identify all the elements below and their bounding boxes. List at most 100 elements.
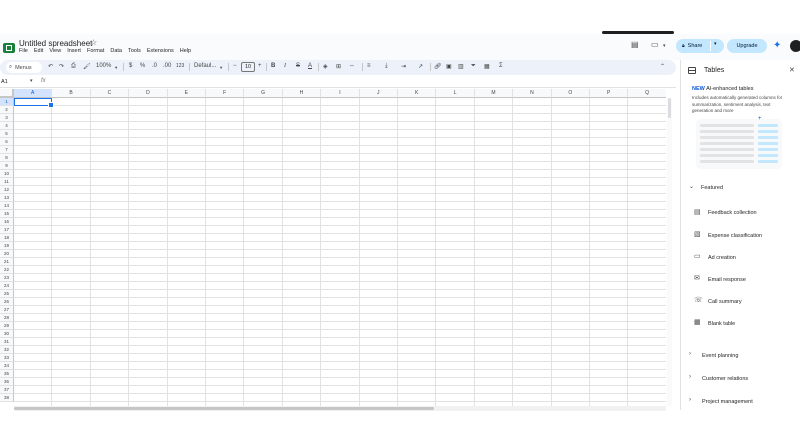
- chevron-down-icon[interactable]: ⌄: [689, 183, 694, 190]
- avatar[interactable]: [790, 40, 800, 52]
- fill-color-icon[interactable]: ◈: [323, 63, 328, 70]
- menu-file[interactable]: File: [19, 48, 28, 54]
- row-header[interactable]: 11: [0, 178, 14, 186]
- row-header[interactable]: 21: [0, 258, 14, 266]
- row-header[interactable]: 23: [0, 274, 14, 282]
- paint-format-icon[interactable]: 🖌︎: [83, 63, 91, 70]
- row-header[interactable]: 12: [0, 186, 14, 194]
- row-header[interactable]: 30: [0, 330, 14, 338]
- merge-cells-icon[interactable]: ⇔: [349, 63, 355, 69]
- decrease-decimal-button[interactable]: .0: [152, 63, 157, 69]
- template-call-summary[interactable]: Call summary: [708, 299, 742, 305]
- row-header[interactable]: 3: [0, 114, 14, 122]
- select-all-corner[interactable]: [0, 89, 14, 98]
- row-header[interactable]: 16: [0, 218, 14, 226]
- column-header[interactable]: Q: [628, 89, 666, 98]
- link-icon[interactable]: 🔗︎: [434, 63, 442, 70]
- row-header[interactable]: 7: [0, 146, 14, 154]
- template-ad-creation[interactable]: Ad creation: [708, 255, 736, 261]
- row-header[interactable]: 19: [0, 242, 14, 250]
- template-expense-classification[interactable]: Expense classification: [708, 233, 762, 239]
- row-header[interactable]: 22: [0, 266, 14, 274]
- name-box[interactable]: A1: [1, 79, 8, 85]
- row-header[interactable]: 4: [0, 122, 14, 130]
- row-header[interactable]: 26: [0, 298, 14, 306]
- share-button[interactable]: 🔒︎ Share ▾: [676, 39, 724, 53]
- row-header[interactable]: 20: [0, 250, 14, 258]
- menu-insert[interactable]: Insert: [67, 48, 81, 54]
- row-header[interactable]: 36: [0, 378, 14, 386]
- sheets-logo-icon[interactable]: [3, 43, 15, 53]
- column-header[interactable]: O: [551, 89, 590, 98]
- row-header[interactable]: 32: [0, 346, 14, 354]
- vertical-scrollbar[interactable]: [667, 98, 672, 406]
- decrease-font-size-button[interactable]: −: [233, 63, 237, 69]
- chevron-right-icon[interactable]: ›: [689, 374, 691, 380]
- number-format-button[interactable]: 123: [176, 63, 184, 69]
- borders-icon[interactable]: ⊞: [336, 63, 341, 70]
- row-header[interactable]: 5: [0, 130, 14, 138]
- menu-edit[interactable]: Edit: [34, 48, 43, 54]
- column-header[interactable]: P: [590, 89, 629, 98]
- chevron-down-icon[interactable]: ▾: [714, 41, 717, 47]
- row-header[interactable]: 24: [0, 282, 14, 290]
- row-header[interactable]: 1: [0, 98, 14, 106]
- collapse-toolbar-icon[interactable]: ⌃: [660, 63, 665, 70]
- menu-extensions[interactable]: Extensions: [147, 48, 174, 54]
- percent-button[interactable]: %: [140, 63, 145, 69]
- column-header[interactable]: D: [129, 89, 168, 98]
- row-header[interactable]: 15: [0, 210, 14, 218]
- row-header[interactable]: 10: [0, 170, 14, 178]
- column-header[interactable]: B: [52, 89, 91, 98]
- section-customer-relations[interactable]: Customer relations: [702, 376, 748, 382]
- row-header[interactable]: 13: [0, 194, 14, 202]
- undo-icon[interactable]: ↶: [48, 63, 53, 70]
- menu-help[interactable]: Help: [180, 48, 191, 54]
- row-header[interactable]: 2: [0, 106, 14, 114]
- bold-button[interactable]: B: [271, 63, 275, 69]
- template-blank-table[interactable]: Blank table: [708, 321, 735, 327]
- star-icon[interactable]: ☆: [90, 38, 97, 47]
- italic-button[interactable]: I: [284, 63, 286, 69]
- vertical-align-icon[interactable]: ⤓: [385, 63, 388, 70]
- column-header[interactable]: L: [436, 89, 475, 98]
- scroll-thumb[interactable]: [668, 98, 671, 118]
- template-email-response[interactable]: Email response: [708, 277, 746, 283]
- text-color-button[interactable]: A: [308, 63, 312, 69]
- horizontal-scrollbar[interactable]: [14, 406, 666, 411]
- column-header[interactable]: J: [359, 89, 398, 98]
- row-header[interactable]: 17: [0, 226, 14, 234]
- menu-format[interactable]: Format: [87, 48, 104, 54]
- section-event-planning[interactable]: Event planning: [702, 353, 738, 359]
- search-menus-input[interactable]: ⌕ Menus: [6, 62, 42, 73]
- chevron-right-icon[interactable]: ›: [689, 351, 691, 357]
- chevron-down-icon[interactable]: ▾: [30, 78, 33, 84]
- row-header[interactable]: 34: [0, 362, 14, 370]
- chevron-right-icon[interactable]: ›: [689, 397, 691, 403]
- row-header[interactable]: 38: [0, 394, 14, 402]
- comments-icon[interactable]: ▤: [631, 40, 639, 49]
- featured-section-toggle[interactable]: Featured: [701, 185, 723, 191]
- font-select[interactable]: Defaul...: [194, 63, 216, 69]
- column-header[interactable]: I: [321, 89, 360, 98]
- column-header[interactable]: N: [513, 89, 552, 98]
- column-header[interactable]: F: [206, 89, 245, 98]
- print-icon[interactable]: ⎙: [71, 63, 76, 70]
- menu-data[interactable]: Data: [110, 48, 122, 54]
- upgrade-button[interactable]: Upgrade: [727, 39, 767, 53]
- increase-decimal-button[interactable]: .00: [163, 63, 171, 69]
- column-header[interactable]: C: [90, 89, 130, 98]
- column-header[interactable]: H: [282, 89, 322, 98]
- row-header[interactable]: 31: [0, 338, 14, 346]
- filter-icon[interactable]: ⏷: [471, 63, 476, 70]
- row-header[interactable]: 6: [0, 138, 14, 146]
- close-icon[interactable]: ✕: [789, 66, 795, 74]
- align-left-icon[interactable]: ≡: [367, 63, 371, 69]
- menu-view[interactable]: View: [49, 48, 61, 54]
- spreadsheet-grid[interactable]: ABCDEFGHIJKLMNOPQ 1 2 3 4 5 6 7 8 9 10 11 12 13 14 15 1…: [0, 89, 666, 406]
- row-header[interactable]: 28: [0, 314, 14, 322]
- gemini-sparkle-icon[interactable]: ✦: [773, 40, 781, 51]
- increase-font-size-button[interactable]: +: [258, 63, 262, 69]
- comment-icon[interactable]: ▣: [446, 63, 452, 70]
- selected-cell-a1[interactable]: [14, 98, 54, 108]
